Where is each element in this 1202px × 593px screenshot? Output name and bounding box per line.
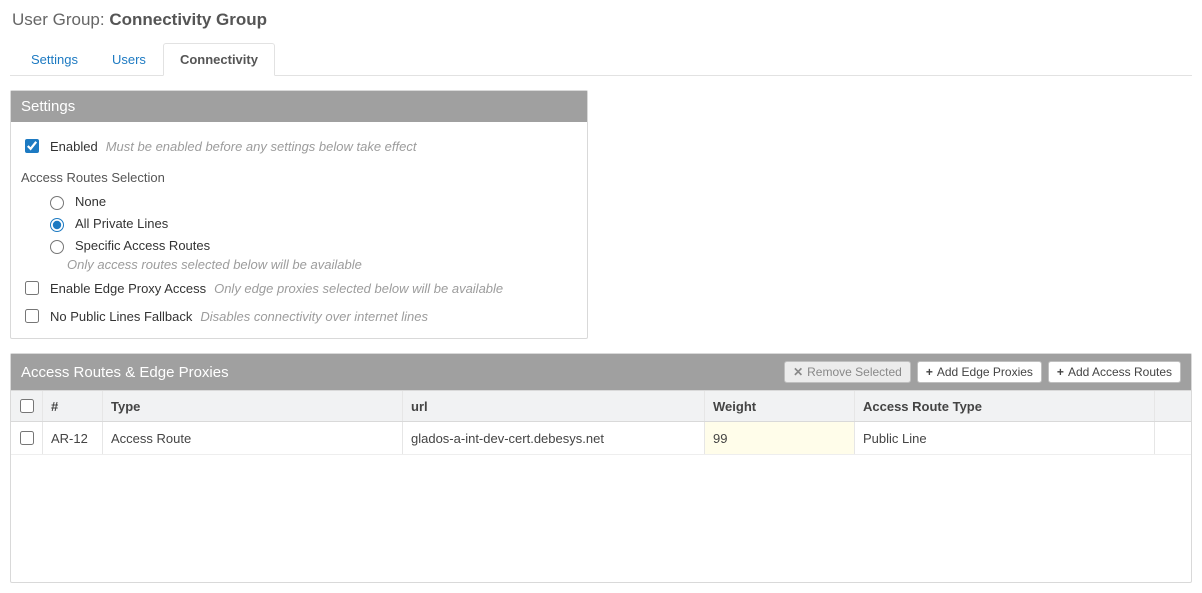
- row-checkbox[interactable]: [20, 431, 34, 445]
- routes-selection-group: None All Private Lines Specific Access R…: [21, 193, 577, 272]
- add-edge-proxies-label: Add Edge Proxies: [937, 365, 1033, 379]
- col-access-route-type[interactable]: Access Route Type: [855, 391, 1155, 421]
- routes-panel-header: Access Routes & Edge Proxies ✕ Remove Se…: [11, 354, 1191, 390]
- settings-panel-header: Settings: [11, 91, 587, 122]
- table-header-row: # Type url Weight Access Route Type: [11, 390, 1191, 422]
- page-title: User Group: Connectivity Group: [12, 10, 1192, 30]
- tabs: Settings Users Connectivity: [10, 42, 1192, 76]
- row-access-route-type: Public Line: [855, 422, 1155, 454]
- tab-settings[interactable]: Settings: [14, 43, 95, 76]
- select-all-checkbox[interactable]: [20, 399, 34, 413]
- edge-proxy-checkbox[interactable]: [25, 281, 39, 295]
- page-title-prefix: User Group:: [12, 10, 109, 29]
- remove-selected-button[interactable]: ✕ Remove Selected: [784, 361, 911, 383]
- route-none-label: None: [75, 194, 106, 209]
- routes-panel-title: Access Routes & Edge Proxies: [21, 364, 229, 381]
- plus-icon: +: [926, 366, 933, 378]
- table-body: AR-12 Access Route glados-a-int-dev-cert…: [11, 422, 1191, 582]
- route-all-label: All Private Lines: [75, 216, 168, 231]
- route-specific-radio[interactable]: [50, 240, 64, 254]
- plus-icon: +: [1057, 366, 1064, 378]
- enabled-hint: Must be enabled before any settings belo…: [106, 139, 417, 154]
- row-url: glados-a-int-dev-cert.debesys.net: [403, 422, 705, 454]
- col-url[interactable]: url: [403, 391, 705, 421]
- tab-connectivity[interactable]: Connectivity: [163, 43, 275, 76]
- enabled-checkbox[interactable]: [25, 139, 39, 153]
- row-end: [1155, 422, 1191, 454]
- col-id[interactable]: #: [43, 391, 103, 421]
- add-access-routes-label: Add Access Routes: [1068, 365, 1172, 379]
- routes-selection-title: Access Routes Selection: [21, 170, 577, 185]
- no-public-label: No Public Lines Fallback: [50, 309, 192, 324]
- row-type: Access Route: [103, 422, 403, 454]
- add-edge-proxies-button[interactable]: + Add Edge Proxies: [917, 361, 1042, 383]
- route-specific-label: Specific Access Routes: [75, 238, 210, 253]
- page-title-name: Connectivity Group: [109, 10, 267, 29]
- remove-selected-label: Remove Selected: [807, 365, 902, 379]
- route-specific-hint: Only access routes selected below will b…: [45, 257, 577, 272]
- settings-panel: Settings Enabled Must be enabled before …: [10, 90, 588, 339]
- route-all-radio[interactable]: [50, 218, 64, 232]
- col-end: [1155, 391, 1191, 421]
- row-weight[interactable]: 99: [705, 422, 855, 454]
- row-id: AR-12: [43, 422, 103, 454]
- no-public-checkbox[interactable]: [25, 309, 39, 323]
- route-none-radio[interactable]: [50, 196, 64, 210]
- no-public-hint: Disables connectivity over internet line…: [200, 309, 428, 324]
- tab-users[interactable]: Users: [95, 43, 163, 76]
- edge-proxy-hint: Only edge proxies selected below will be…: [214, 281, 503, 296]
- add-access-routes-button[interactable]: + Add Access Routes: [1048, 361, 1181, 383]
- col-type[interactable]: Type: [103, 391, 403, 421]
- settings-panel-title: Settings: [21, 98, 75, 115]
- close-icon: ✕: [793, 366, 803, 378]
- routes-panel: Access Routes & Edge Proxies ✕ Remove Se…: [10, 353, 1192, 583]
- enabled-label: Enabled: [50, 139, 98, 154]
- col-weight[interactable]: Weight: [705, 391, 855, 421]
- table-row[interactable]: AR-12 Access Route glados-a-int-dev-cert…: [11, 422, 1191, 455]
- edge-proxy-label: Enable Edge Proxy Access: [50, 281, 206, 296]
